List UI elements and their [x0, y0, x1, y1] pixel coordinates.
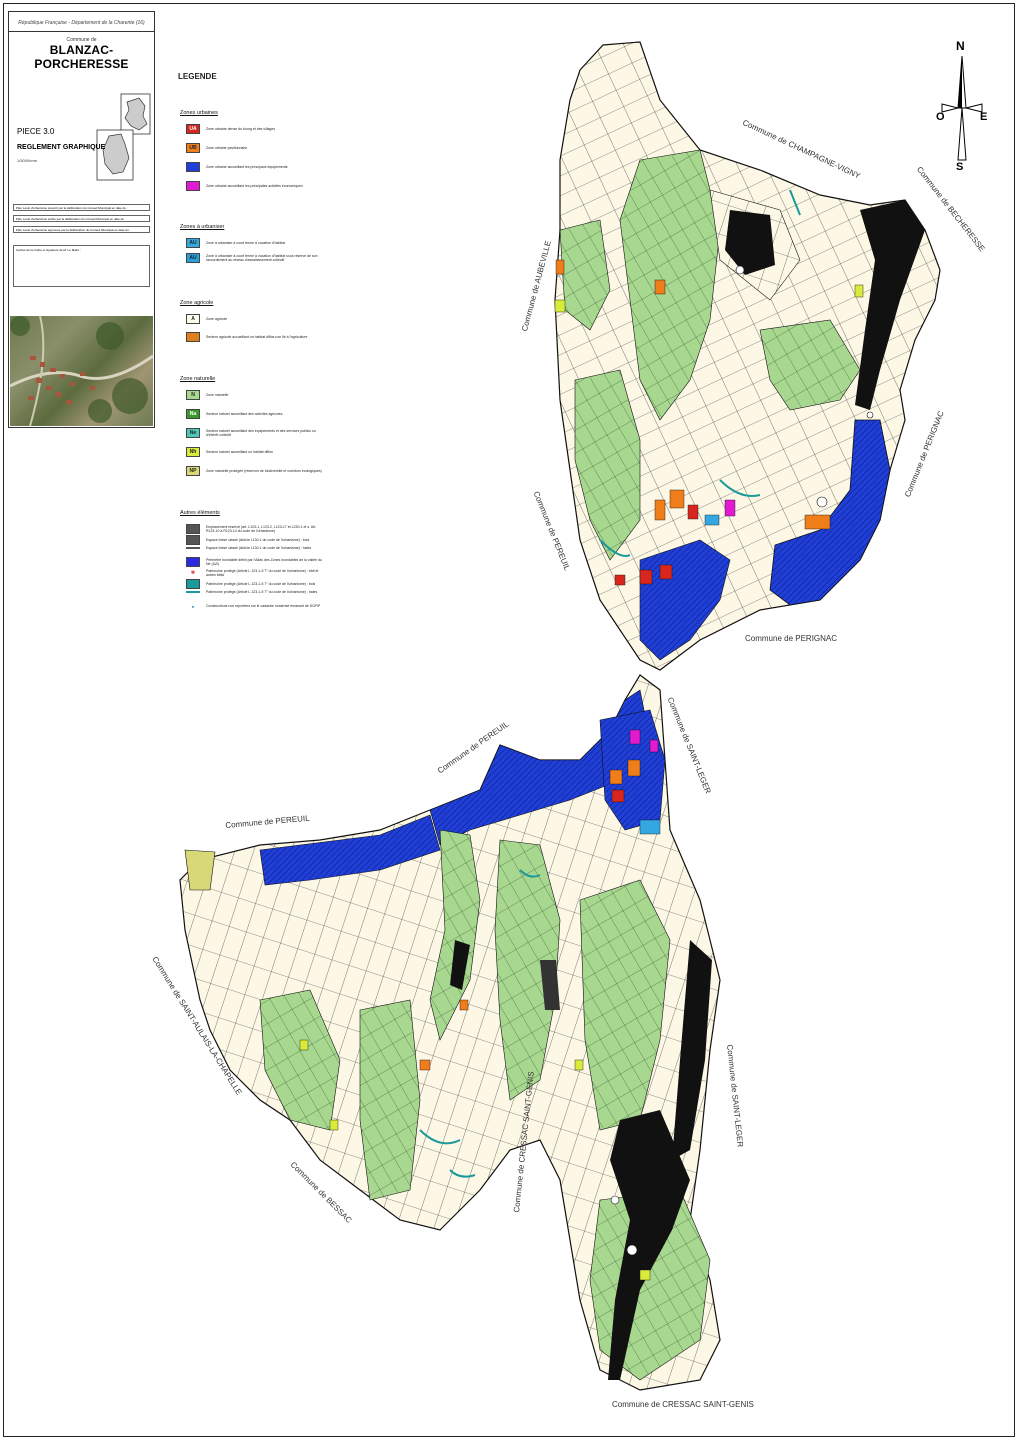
label-cressac-bottom: Commune de CRESSAC SAINT-GENIS	[612, 1400, 754, 1409]
label-perignac-south: Commune de PERIGNAC	[745, 634, 838, 643]
zoning-map	[179, 41, 941, 1391]
